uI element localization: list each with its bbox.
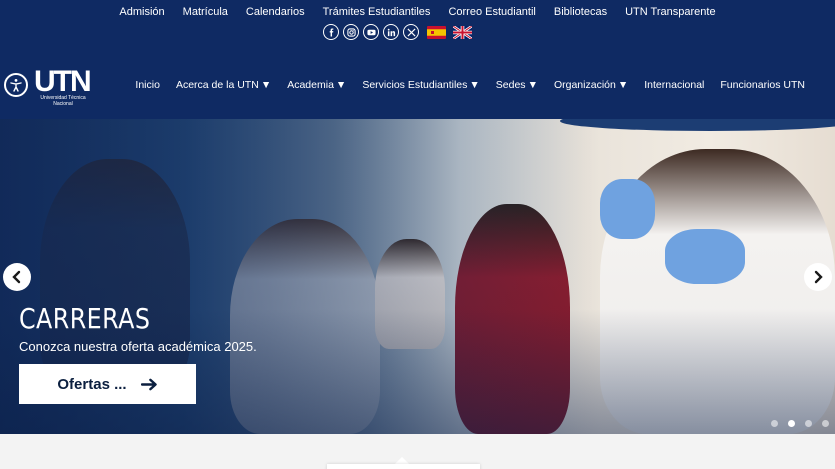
linkedin-icon[interactable] xyxy=(383,24,399,40)
facebook-icon[interactable] xyxy=(323,24,339,40)
top-link-calendarios[interactable]: Calendarios xyxy=(246,6,305,18)
top-link-transparente[interactable]: UTN Transparente xyxy=(625,6,715,18)
carousel-dot[interactable] xyxy=(822,420,829,427)
chevron-left-icon xyxy=(12,270,21,284)
carousel-dot[interactable] xyxy=(771,420,778,427)
carousel-dot-active[interactable] xyxy=(788,420,795,427)
nav-inicio[interactable]: Inicio xyxy=(135,79,160,91)
hero-subtitle: Conozca nuestra oferta académica 2025. xyxy=(19,339,257,354)
carousel-prev-button[interactable] xyxy=(3,263,31,291)
top-link-bibliotecas[interactable]: Bibliotecas xyxy=(554,6,607,18)
top-link-matricula[interactable]: Matrícula xyxy=(183,6,228,18)
logo-text: UTN xyxy=(34,65,92,98)
nav-label: Sedes xyxy=(495,79,526,91)
social-links xyxy=(323,24,472,40)
nav-sedes[interactable]: Sedes ▼ xyxy=(496,79,538,91)
utn-logo[interactable]: UTN Universidad Técnica Nacional xyxy=(34,65,92,109)
nav-funcionarios[interactable]: Funcionarios UTN xyxy=(720,79,805,91)
main-nav: Inicio Acerca de la UTN ▼ Academia ▼ Servi… xyxy=(135,79,805,91)
nav-acerca[interactable]: Acerca de la UTN ▼ xyxy=(176,79,271,91)
nav-label: Servicios Estudiantiles xyxy=(362,79,468,91)
hero-wave-decoration xyxy=(560,119,835,131)
hero-photo-glove xyxy=(665,229,745,284)
hero-title: CARRERAS xyxy=(19,302,151,335)
nav-label: Organización xyxy=(553,79,616,91)
nav-label: Inicio xyxy=(135,79,160,91)
spanish-flag-icon[interactable] xyxy=(427,25,446,39)
top-link-tramites[interactable]: Trámites Estudiantiles xyxy=(323,6,431,18)
english-flag-icon[interactable] xyxy=(453,25,472,39)
nav-label: Internacional xyxy=(644,79,705,91)
caret-down-icon: ▼ xyxy=(469,79,480,91)
nav-internacional[interactable]: Internacional xyxy=(644,79,704,91)
top-link-correo[interactable]: Correo Estudiantil xyxy=(448,6,535,18)
logo-subtitle: Universidad Técnica Nacional xyxy=(40,95,86,107)
caret-down-icon: ▼ xyxy=(527,79,538,91)
nav-label: Acerca de la UTN xyxy=(175,79,259,91)
instagram-icon[interactable] xyxy=(343,24,359,40)
nav-label: Academia xyxy=(287,79,334,91)
ofertas-button[interactable]: Ofertas ... xyxy=(19,364,196,404)
carousel-dot[interactable] xyxy=(805,420,812,427)
caret-down-icon: ▼ xyxy=(335,79,347,91)
nav-servicios[interactable]: Servicios Estudiantiles ▼ xyxy=(362,79,479,91)
top-link-admision[interactable]: Admisión xyxy=(119,6,164,18)
x-icon[interactable] xyxy=(403,24,419,40)
ofertas-button-label: Ofertas ... xyxy=(57,375,127,393)
caret-down-icon: ▼ xyxy=(617,79,629,91)
caret-down-icon: ▼ xyxy=(260,79,272,91)
hero-carousel: CARRERAS Conozca nuestra oferta académic… xyxy=(0,119,835,434)
nav-label: Funcionarios UTN xyxy=(720,79,805,91)
carousel-next-button[interactable] xyxy=(804,263,832,291)
carousel-indicators xyxy=(771,420,829,427)
youtube-icon[interactable] xyxy=(363,24,379,40)
top-links: Admisión Matrícula Calendarios Trámites … xyxy=(0,6,835,18)
accessibility-icon[interactable] xyxy=(4,73,28,97)
hero-photo-glove xyxy=(600,179,655,239)
section-card xyxy=(327,464,480,469)
nav-academia[interactable]: Academia ▼ xyxy=(287,79,346,91)
arrow-right-icon xyxy=(140,378,157,390)
chevron-right-icon xyxy=(814,270,823,284)
site-header: Admisión Matrícula Calendarios Trámites … xyxy=(0,0,835,119)
nav-organizacion[interactable]: Organización ▼ xyxy=(554,79,628,91)
